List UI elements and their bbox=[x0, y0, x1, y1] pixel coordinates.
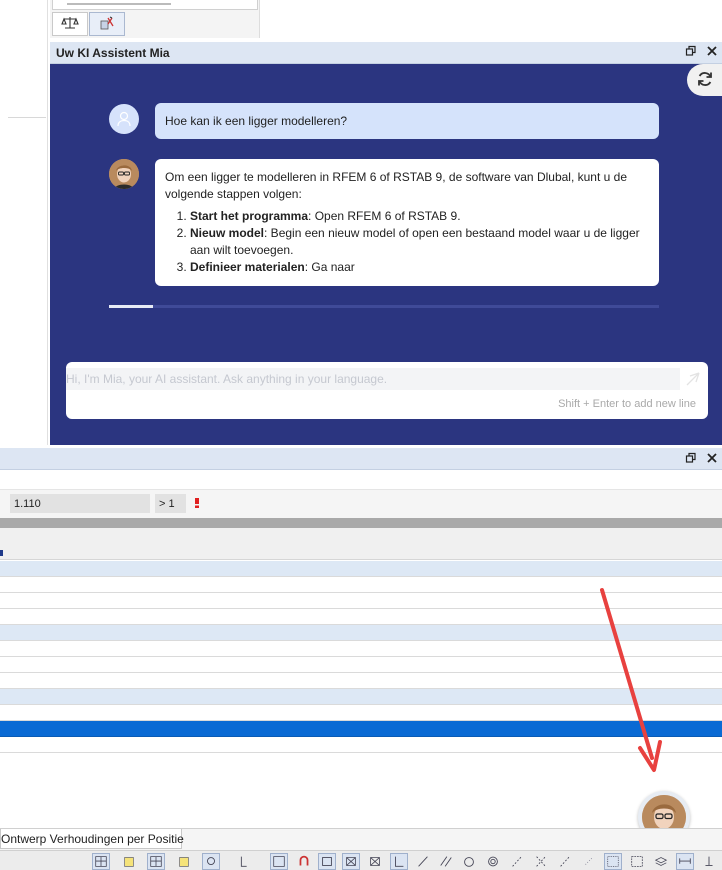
grid-points-icon[interactable] bbox=[604, 853, 622, 870]
magnet-icon[interactable] bbox=[295, 853, 313, 870]
beam-icon[interactable] bbox=[676, 853, 694, 870]
restore-window-icon[interactable] bbox=[684, 452, 698, 466]
grid-view-icon[interactable] bbox=[92, 853, 110, 870]
table-toolbar bbox=[0, 470, 722, 490]
warning-icon bbox=[193, 497, 201, 509]
points-icon[interactable] bbox=[580, 853, 598, 870]
step-item: Definieer materialen: Ga naar bbox=[190, 259, 649, 276]
line-icon[interactable] bbox=[414, 853, 432, 870]
step-title: Nieuw model bbox=[190, 226, 265, 240]
user-message-text: Hoe kan ik een ligger modelleren? bbox=[165, 114, 348, 128]
send-icon[interactable] bbox=[684, 370, 702, 388]
support-icon[interactable] bbox=[235, 853, 253, 870]
grid-icon[interactable] bbox=[270, 853, 288, 870]
intersection-icon[interactable] bbox=[532, 853, 550, 870]
navigator-tab-tools[interactable] bbox=[89, 12, 125, 36]
assistant-intro-text: Om een ligger te modelleren in RFEM 6 of… bbox=[165, 170, 627, 201]
tools-icon bbox=[98, 15, 116, 34]
view-icon[interactable] bbox=[202, 853, 220, 870]
refresh-icon bbox=[696, 70, 714, 91]
step-text: : Ga naar bbox=[304, 260, 355, 274]
close-icon[interactable] bbox=[705, 45, 719, 59]
table-panel-titlebar bbox=[0, 448, 722, 470]
cross-box-icon[interactable] bbox=[366, 853, 384, 870]
refresh-button[interactable] bbox=[687, 64, 722, 96]
ai-panel-titlebar: Uw KI Assistent Mia bbox=[50, 42, 722, 64]
restore-window-icon[interactable] bbox=[684, 45, 698, 59]
close-icon[interactable] bbox=[705, 452, 719, 466]
user-message-bubble: Hoe kan ik een ligger modelleren? bbox=[155, 103, 659, 139]
rectangle-icon[interactable] bbox=[318, 853, 336, 870]
mia-avatar bbox=[109, 159, 139, 189]
step-text: : Open RFEM 6 of RSTAB 9. bbox=[308, 209, 461, 223]
table-header bbox=[0, 528, 722, 560]
snap-icon[interactable] bbox=[120, 853, 138, 870]
response-progress-track bbox=[109, 305, 659, 308]
dashed-line-icon[interactable] bbox=[556, 853, 574, 870]
cross-box-icon[interactable] bbox=[342, 853, 360, 870]
step-title: Start het programma bbox=[190, 209, 309, 223]
assistant-message-bubble: Om een ligger te modelleren in RFEM 6 of… bbox=[155, 159, 659, 286]
selection-icon[interactable] bbox=[628, 853, 646, 870]
balance-icon bbox=[61, 15, 79, 34]
step-item: Nieuw model: Begin een nieuw model of op… bbox=[190, 225, 649, 259]
table-separator bbox=[0, 518, 722, 528]
navigator-scrollbar[interactable] bbox=[52, 0, 258, 10]
input-hint: Shift + Enter to add new line bbox=[558, 398, 696, 410]
step-item: Start het programma: Open RFEM 6 of RSTA… bbox=[190, 208, 649, 225]
arc-icon[interactable] bbox=[460, 853, 478, 870]
node-icon[interactable] bbox=[390, 853, 408, 870]
annotation-arrow bbox=[600, 588, 662, 772]
assistant-steps-list: Start het programma: Open RFEM 6 of RSTA… bbox=[165, 208, 649, 276]
snap-icon[interactable] bbox=[175, 853, 193, 870]
filter-condition-button[interactable]: > 1 bbox=[155, 494, 186, 513]
ai-panel-title: Uw KI Assistent Mia bbox=[56, 45, 170, 60]
divider bbox=[8, 117, 46, 118]
table-group-row[interactable] bbox=[0, 561, 722, 577]
step-title: Definieer materialen bbox=[190, 260, 305, 274]
navigator-tab-balance[interactable] bbox=[52, 12, 88, 36]
grid-view-icon[interactable] bbox=[147, 853, 165, 870]
parallel-icon[interactable] bbox=[437, 853, 455, 870]
left-side-panel bbox=[0, 0, 48, 445]
response-progress-fill bbox=[109, 305, 153, 308]
layers-icon[interactable] bbox=[652, 853, 670, 870]
chat-input[interactable] bbox=[66, 368, 680, 390]
tab-design-ratios[interactable]: Ontwerp Verhoudingen per Positie bbox=[0, 829, 184, 849]
user-avatar bbox=[109, 104, 139, 134]
dashed-line-icon[interactable] bbox=[508, 853, 526, 870]
anchor-icon[interactable] bbox=[700, 853, 718, 870]
filter-value-field[interactable]: 1.110 bbox=[10, 494, 150, 513]
circle-icon[interactable] bbox=[484, 853, 502, 870]
